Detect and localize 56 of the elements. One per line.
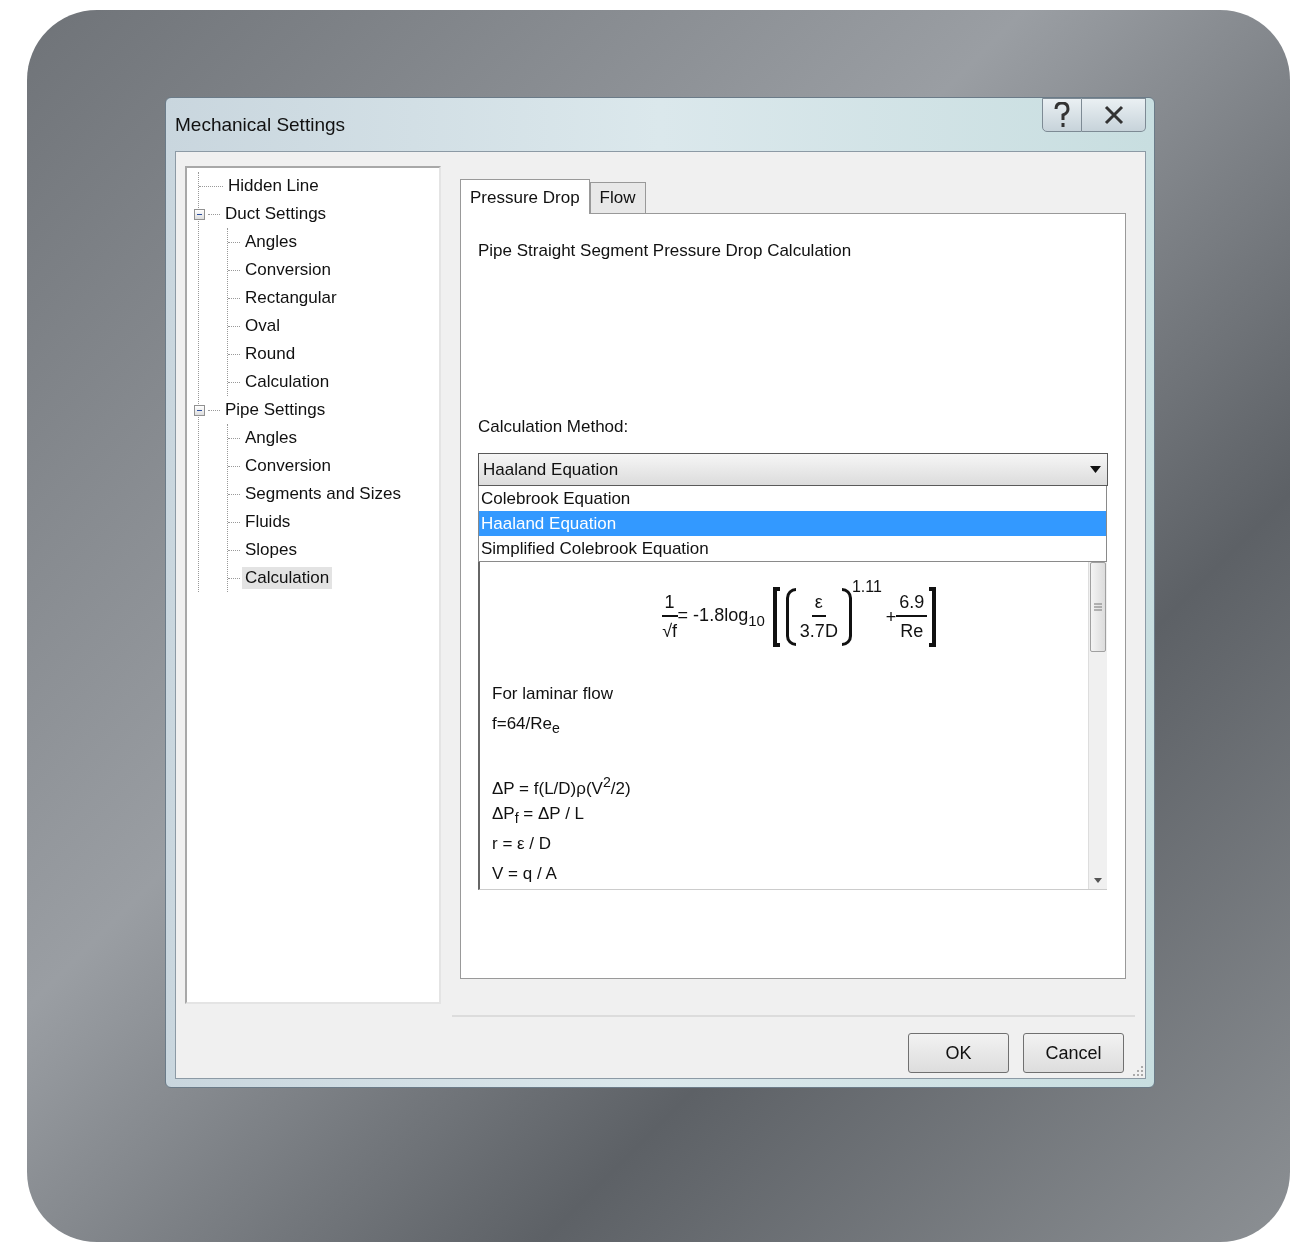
formula-line: r = ε / D [492, 834, 552, 853]
section-heading: Pipe Straight Segment Pressure Drop Calculation [478, 241, 853, 262]
numerator: ε [811, 592, 826, 617]
formula-line: ΔP$_{f}$ = ΔP / L [492, 804, 585, 823]
cancel-button[interactable]: Cancel [1023, 1033, 1124, 1073]
left-parenthesis [785, 588, 796, 646]
tab[interactable]: Flow [589, 182, 646, 213]
tab[interactable]: Pressure Drop [460, 179, 590, 214]
exponent: 1.11 [851, 578, 882, 596]
right-bracket [929, 587, 937, 647]
plus-sign: + [885, 606, 897, 628]
grip-icon [1094, 603, 1102, 611]
denominator: 3.7D [799, 620, 838, 642]
tree-item[interactable]: Oval [242, 315, 283, 337]
numerator: 6.9 [896, 592, 928, 617]
tree-item[interactable]: Slopes [242, 539, 300, 561]
formula-line: For laminar flow [492, 684, 613, 703]
left-bracket [772, 587, 780, 647]
tree-item[interactable]: Conversion [242, 455, 334, 477]
field-label: Calculation Method: [478, 417, 629, 436]
tree-item[interactable]: Calculation [242, 371, 333, 393]
tree-item[interactable]: Angles [242, 231, 300, 253]
tree-item[interactable]: Rectangular [242, 287, 340, 309]
formula-line: V = q / A [492, 864, 557, 883]
tree-item[interactable]: Hidden Line [225, 175, 322, 197]
tree-item[interactable]: Segments and Sizes [242, 483, 404, 505]
numerator: 1 [661, 592, 678, 617]
right-parenthesis [841, 588, 852, 646]
close-icon [1103, 105, 1124, 125]
tree-item[interactable]: Round [242, 343, 299, 365]
help-icon [1054, 102, 1070, 128]
dropdown-option[interactable]: Simplified Colebrook Equation [479, 536, 1106, 561]
window-title: Mechanical Settings [175, 113, 346, 136]
down-arrow-icon[interactable] [1094, 878, 1102, 883]
tree-item[interactable]: Pipe Settings [222, 399, 329, 421]
resize-grip-icon[interactable] [1131, 1064, 1143, 1076]
denominator: Re [900, 620, 924, 642]
formula-text: = -1.8log$_{10}$ [677, 605, 765, 629]
method-dropdown[interactable]: Haaland Equation [478, 453, 1108, 486]
close-button[interactable] [1082, 98, 1146, 132]
tree-item[interactable]: Duct Settings [222, 203, 330, 225]
scroll-thumb[interactable] [1090, 562, 1106, 652]
collapse-toggle-icon[interactable] [194, 404, 205, 416]
tree-item[interactable]: Angles [242, 427, 300, 449]
tree-item[interactable]: Fluids [242, 511, 294, 533]
dropdown-option[interactable]: Colebrook Equation [479, 486, 1106, 511]
tree-item[interactable]: Conversion [242, 259, 334, 281]
formula-line: f=64/Re$_{e}$ [492, 714, 560, 733]
collapse-toggle-icon[interactable] [194, 208, 205, 220]
scrollbar[interactable] [1088, 562, 1107, 889]
denominator: √f [662, 620, 678, 642]
ok-button[interactable]: OK [908, 1033, 1009, 1073]
tree-item[interactable]: Calculation [242, 567, 333, 589]
help-button[interactable] [1042, 98, 1082, 132]
formula-line: ΔP = f(L/D)ρ(V$^{2}$/2) [492, 778, 631, 798]
caret-icon [1090, 466, 1101, 473]
